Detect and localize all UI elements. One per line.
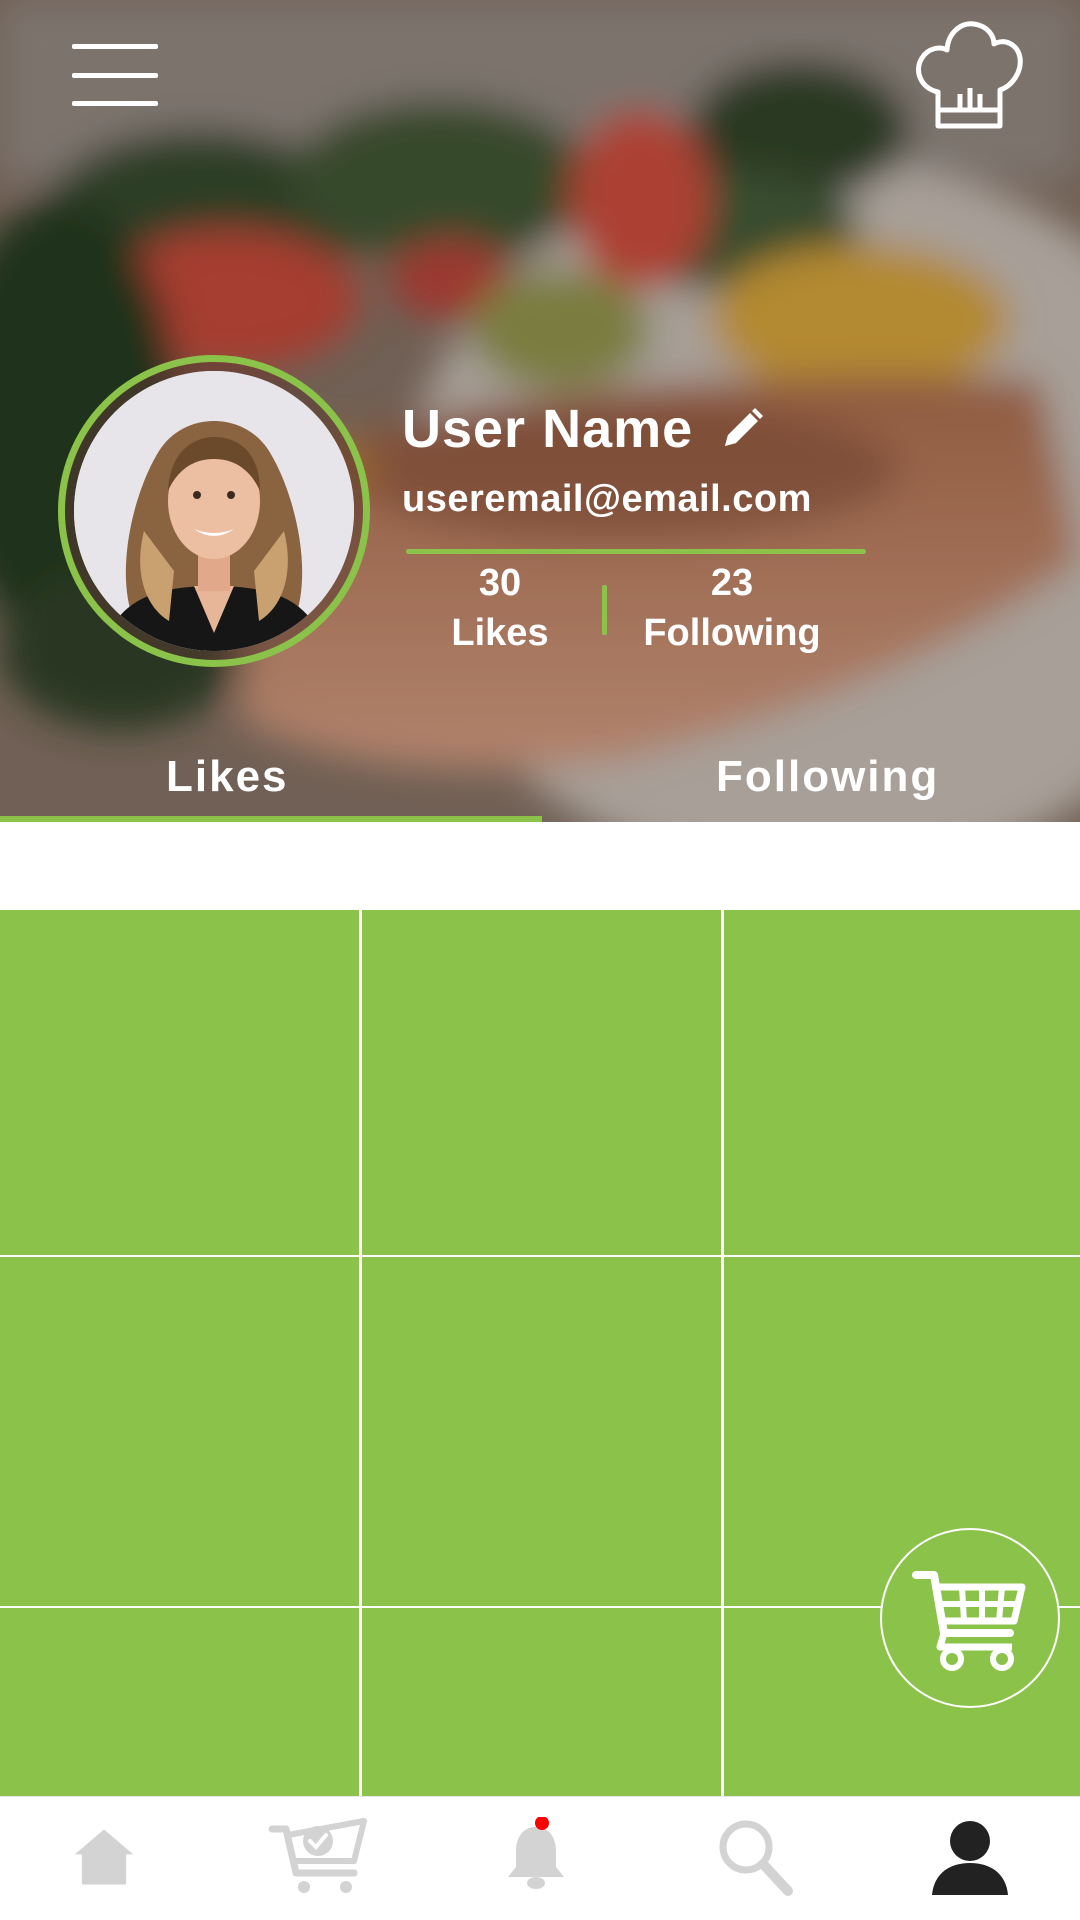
cart-check-icon	[268, 1818, 367, 1893]
grid-tile[interactable]	[0, 1257, 359, 1606]
nav-search[interactable]	[694, 1797, 814, 1917]
avatar[interactable]	[58, 355, 370, 667]
home-icon	[74, 1829, 134, 1885]
grid-tile[interactable]	[0, 910, 359, 1255]
grid-tile[interactable]	[0, 1608, 359, 1796]
cart-fab-button[interactable]	[880, 1528, 1060, 1708]
active-tab-indicator	[0, 816, 542, 822]
hamburger-menu-icon[interactable]	[72, 44, 158, 106]
grid-tile[interactable]	[362, 1257, 721, 1606]
pencil-icon[interactable]	[719, 406, 765, 452]
likes-label: Likes	[451, 612, 549, 654]
stats-separator	[602, 585, 607, 635]
shopping-cart-icon	[912, 1571, 1026, 1671]
nav-profile[interactable]	[910, 1797, 1030, 1917]
bottom-navigation	[0, 1796, 1080, 1920]
chef-hat-icon[interactable]	[914, 18, 1024, 134]
user-email: useremail@email.com	[402, 478, 812, 520]
bell-icon	[508, 1817, 564, 1889]
avatar-photo	[74, 371, 354, 651]
following-count: 23	[710, 562, 754, 604]
grid-tile[interactable]	[724, 910, 1080, 1255]
tab-likes[interactable]: Likes	[166, 752, 289, 802]
likes-count: 30	[478, 562, 522, 604]
following-stat[interactable]: 23 Following	[620, 558, 844, 658]
search-icon	[719, 1820, 793, 1896]
profile-divider	[406, 549, 866, 554]
grid-tile[interactable]	[362, 910, 721, 1255]
following-label: Following	[643, 612, 821, 654]
nav-home[interactable]	[44, 1797, 164, 1917]
user-name-text: User Name	[402, 399, 694, 459]
nav-orders[interactable]	[258, 1797, 378, 1917]
user-name: User Name	[402, 398, 765, 460]
profile-header: User Name useremail@email.com 30 Likes 2…	[0, 0, 1080, 822]
likes-stat[interactable]: 30 Likes	[430, 558, 570, 658]
user-profile-icon	[932, 1821, 1008, 1895]
tab-following[interactable]: Following	[716, 752, 939, 802]
grid-tile[interactable]	[362, 1608, 721, 1796]
nav-notifications[interactable]	[476, 1797, 596, 1917]
